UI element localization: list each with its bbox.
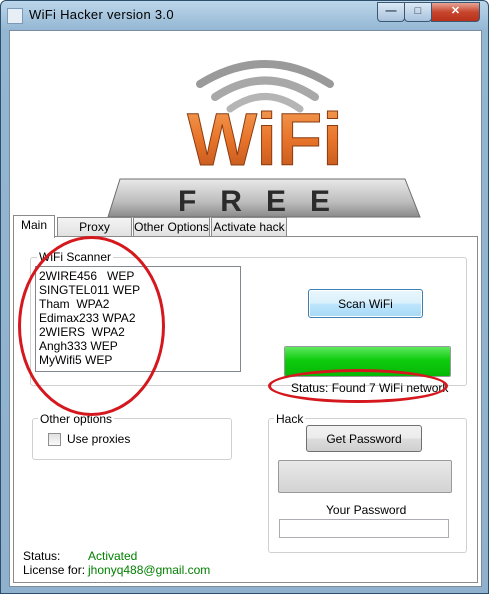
list-item[interactable]: SINGTEL011 WEP bbox=[39, 283, 237, 297]
hack-label: Hack bbox=[274, 412, 306, 426]
your-password-label: Your Password bbox=[326, 503, 407, 517]
use-proxies-checkbox[interactable] bbox=[48, 433, 61, 446]
tab-proxy-options[interactable]: Proxy Options bbox=[57, 217, 132, 253]
logo-wifi-text: WiFi bbox=[187, 98, 343, 181]
wifi-free-logo: WiFi FREE bbox=[100, 39, 430, 221]
password-field[interactable] bbox=[279, 519, 449, 538]
tab-activate-hack[interactable]: Activate hack bbox=[211, 217, 287, 237]
status-label: Status: bbox=[23, 549, 61, 563]
list-item[interactable]: Angh333 WEP bbox=[39, 339, 237, 353]
close-icon: ✕ bbox=[450, 5, 461, 17]
close-button[interactable]: ✕ bbox=[431, 2, 480, 22]
tab-main[interactable]: Main bbox=[13, 215, 55, 238]
minimize-button[interactable]: — bbox=[377, 2, 405, 22]
minimize-icon: — bbox=[385, 5, 397, 17]
maximize-icon: □ bbox=[414, 5, 422, 17]
window-title: WiFi Hacker version 3.0 bbox=[29, 7, 174, 22]
scan-status-text: Status: Found 7 WiFi network bbox=[291, 381, 449, 395]
status-value: Activated bbox=[88, 549, 138, 563]
maximize-button[interactable]: □ bbox=[404, 2, 432, 22]
scan-progress-bar bbox=[284, 346, 451, 377]
app-icon bbox=[7, 8, 23, 24]
title-bar[interactable]: WiFi Hacker version 3.0 — □ ✕ bbox=[1, 1, 488, 29]
list-item[interactable]: Tham WPA2 bbox=[39, 297, 237, 311]
license-label: License for: bbox=[23, 563, 86, 577]
tab-other-options[interactable]: Other Options bbox=[133, 217, 210, 237]
list-item[interactable]: Edimax233 WPA2 bbox=[39, 311, 237, 325]
other-options-label: Other options bbox=[38, 412, 115, 426]
scan-wifi-button[interactable]: Scan WiFi bbox=[308, 289, 423, 318]
list-item[interactable]: MyWifi5 WEP bbox=[39, 353, 237, 367]
list-item[interactable]: 2WIRE456 WEP bbox=[39, 269, 237, 283]
logo-free-text: FREE bbox=[178, 185, 354, 218]
use-proxies-label[interactable]: Use proxies bbox=[67, 432, 130, 446]
get-password-button[interactable]: Get Password bbox=[306, 425, 422, 452]
password-progress-box bbox=[278, 460, 452, 493]
wifi-scanner-label: WiFi Scanner bbox=[37, 250, 114, 264]
progress-fill bbox=[285, 347, 450, 376]
client-area: WiFi FREE Main Proxy Options Other Optio… bbox=[9, 30, 482, 587]
network-list[interactable]: 2WIRE456 WEP SINGTEL011 WEP Tham WPA2 Ed… bbox=[35, 266, 241, 372]
app-window: WiFi Hacker version 3.0 — □ ✕ WiFi FREE … bbox=[0, 0, 489, 594]
logo-graphic: WiFi FREE bbox=[107, 60, 421, 218]
list-item[interactable]: 2WIERS WPA2 bbox=[39, 325, 237, 339]
license-value: jhonyq488@gmail.com bbox=[88, 563, 211, 577]
